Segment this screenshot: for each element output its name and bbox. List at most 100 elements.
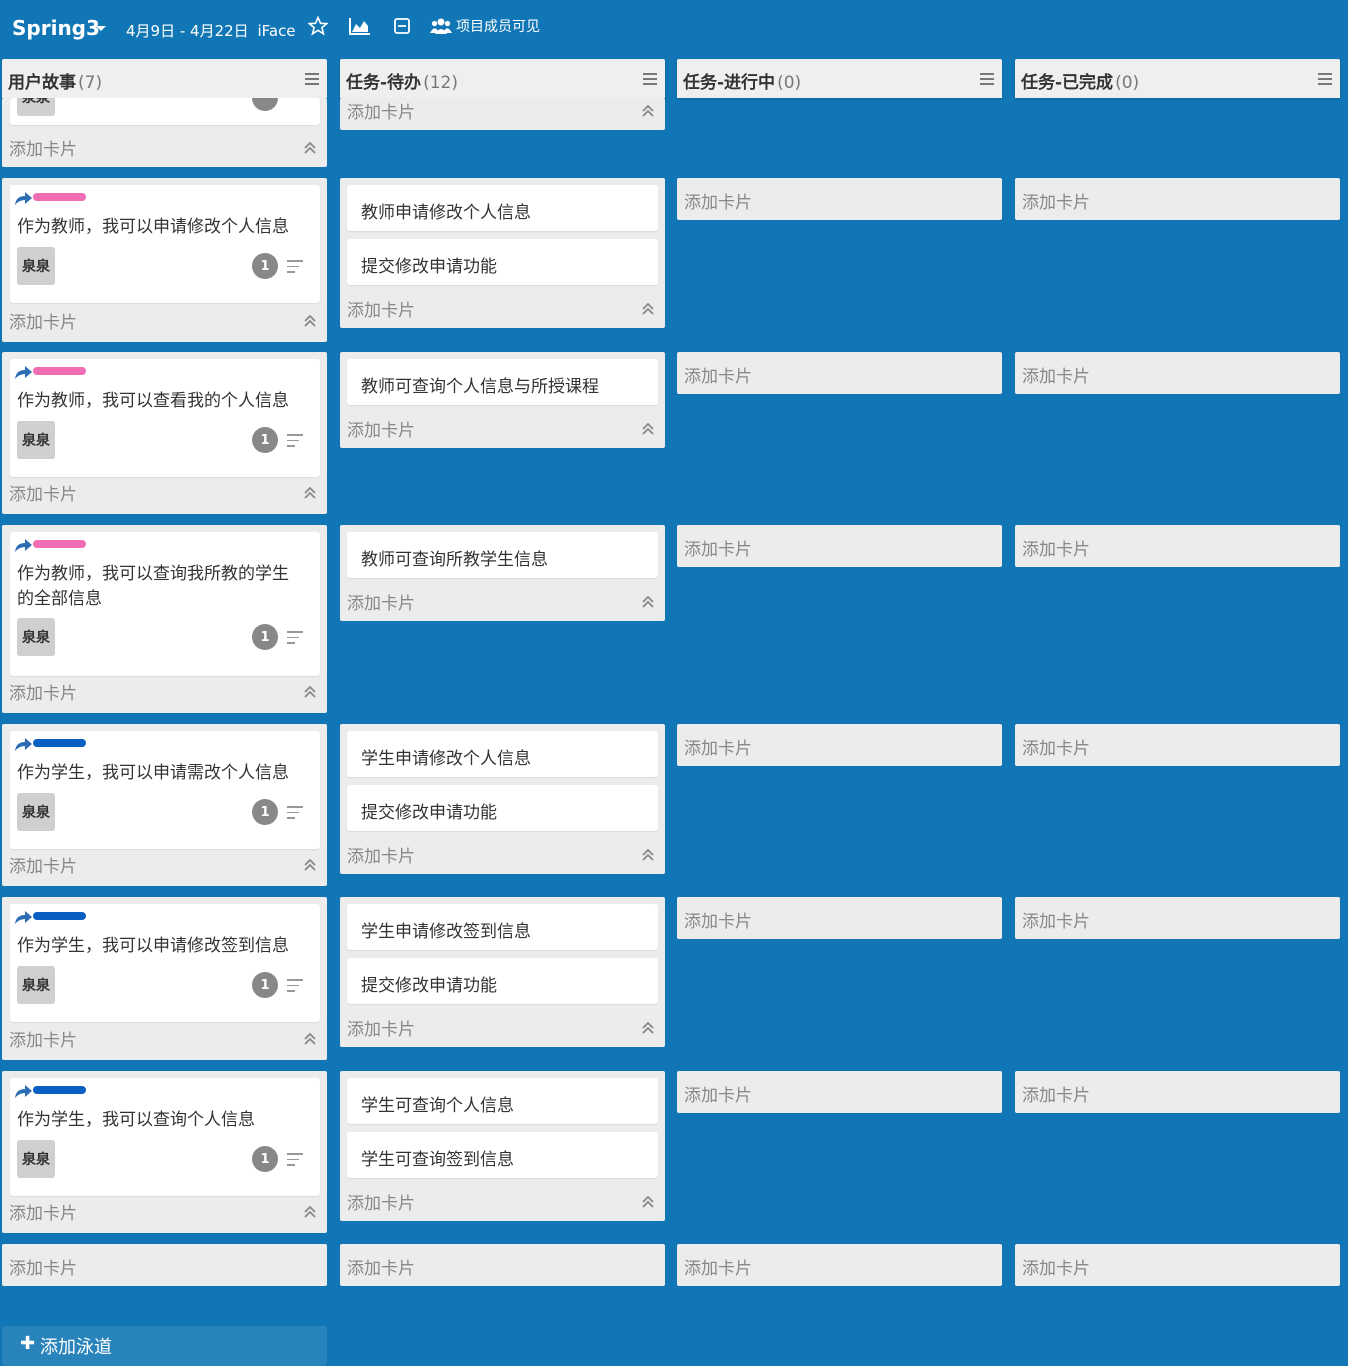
story-lane: 作为学生，我可以查询个人信息 泉泉 1 添加卡片 <box>2 1071 327 1233</box>
column-count: (0) <box>777 73 802 93</box>
collapse-view-icon[interactable] <box>392 16 412 36</box>
story-lane: 泉泉 添加卡片 <box>2 98 327 167</box>
add-card-button[interactable]: 添加卡片 <box>347 296 415 321</box>
column-menu-icon[interactable] <box>305 73 319 88</box>
collapse-up-icon[interactable] <box>641 1195 655 1209</box>
add-card-button[interactable]: 添加卡片 <box>9 1026 77 1051</box>
unassigned-lane: 添加卡片 <box>340 1244 665 1286</box>
add-card-button[interactable]: 添加卡片 <box>347 1189 415 1214</box>
story-label <box>33 912 86 920</box>
collapse-up-icon[interactable] <box>641 302 655 316</box>
story-card[interactable]: 作为学生，我可以查询个人信息 泉泉 1 <box>10 1078 320 1196</box>
share-arrow-icon <box>15 192 32 205</box>
share-arrow-icon <box>15 539 32 552</box>
sprint-date-range: 4月9日 - 4月22日 iFace <box>126 20 296 41</box>
collapse-up-icon[interactable] <box>303 314 317 328</box>
avatar[interactable]: 泉泉 <box>17 421 55 459</box>
collapse-up-icon[interactable] <box>303 685 317 699</box>
avatar[interactable]: 泉泉 <box>17 966 55 1004</box>
add-card-button[interactable]: 添加卡片 <box>9 1199 77 1224</box>
task-card[interactable]: 提交修改申请功能 <box>347 785 658 831</box>
story-title-line: 作为教师，我可以申请修改个人信息 <box>17 217 289 237</box>
avatar[interactable]: 泉泉 <box>17 247 55 285</box>
collapse-up-icon[interactable] <box>303 858 317 872</box>
visibility-setting[interactable]: 项目成员可见 <box>430 16 540 36</box>
add-card-button[interactable]: 添加卡片 <box>1022 188 1090 213</box>
add-card-button[interactable]: 添加卡片 <box>684 734 752 759</box>
add-card-button[interactable]: 添加卡片 <box>9 480 77 505</box>
story-card[interactable]: 作为学生，我可以申请需改个人信息 泉泉 1 <box>10 731 320 849</box>
story-label <box>33 193 86 201</box>
collapse-up-icon[interactable] <box>641 104 655 118</box>
task-card[interactable]: 提交修改申请功能 <box>347 958 658 1004</box>
collapse-up-icon[interactable] <box>303 1205 317 1219</box>
add-card-button[interactable]: 添加卡片 <box>1022 907 1090 932</box>
add-card-button[interactable]: 添加卡片 <box>684 907 752 932</box>
add-card-button[interactable]: 添加卡片 <box>684 362 752 387</box>
task-card[interactable]: 学生可查询个人信息 <box>347 1078 658 1124</box>
top-bar: Spring3 4月9日 - 4月22日 iFace 项目成员可见 <box>0 0 1348 56</box>
add-card-button[interactable]: 添加卡片 <box>347 98 415 123</box>
story-card[interactable]: 作为学生，我可以申请修改签到信息 泉泉 1 <box>10 904 320 1022</box>
add-card-button[interactable]: 添加卡片 <box>684 188 752 213</box>
task-lane: 学生申请修改个人信息 提交修改申请功能添加卡片 <box>340 724 665 874</box>
column-title: 任务-进行中 (0) <box>683 68 801 93</box>
story-lane: 作为学生，我可以申请修改签到信息 泉泉 1 添加卡片 <box>2 897 327 1060</box>
add-card-button[interactable]: 添加卡片 <box>1022 1254 1090 1279</box>
story-card[interactable]: 作为教师，我可以查看我的个人信息 泉泉 1 <box>10 359 320 477</box>
add-card-button[interactable]: 添加卡片 <box>9 135 77 160</box>
add-card-button[interactable]: 添加卡片 <box>347 842 415 867</box>
column-menu-icon[interactable] <box>643 73 657 88</box>
add-card-button[interactable]: 添加卡片 <box>9 1254 77 1279</box>
task-card[interactable]: 学生可查询签到信息 <box>347 1132 658 1178</box>
add-card-button[interactable]: 添加卡片 <box>1022 734 1090 759</box>
add-lane-button[interactable]: ✚ 添加泳道 <box>2 1326 327 1366</box>
add-card-button[interactable]: 添加卡片 <box>347 589 415 614</box>
add-card-button[interactable]: 添加卡片 <box>347 1254 415 1279</box>
column-menu-icon[interactable] <box>980 73 994 88</box>
task-card[interactable]: 教师可查询所教学生信息 <box>347 532 658 578</box>
add-card-button[interactable]: 添加卡片 <box>9 852 77 877</box>
add-card-button[interactable]: 添加卡片 <box>684 1081 752 1106</box>
add-card-button[interactable]: 添加卡片 <box>9 308 77 333</box>
collapse-up-icon[interactable] <box>303 141 317 155</box>
avatar[interactable]: 泉泉 <box>17 793 55 831</box>
add-card-button[interactable]: 添加卡片 <box>1022 362 1090 387</box>
column-title: 任务-已完成 (0) <box>1021 68 1139 93</box>
collapse-up-icon[interactable] <box>303 486 317 500</box>
collapse-up-icon[interactable] <box>641 848 655 862</box>
collapse-up-icon[interactable] <box>641 595 655 609</box>
share-arrow-icon <box>15 911 32 924</box>
chart-icon[interactable] <box>348 16 372 36</box>
collapse-up-icon[interactable] <box>641 1021 655 1035</box>
story-card[interactable]: 作为教师，我可以申请修改个人信息 泉泉 1 <box>10 185 320 303</box>
add-card-button[interactable]: 添加卡片 <box>347 1015 415 1040</box>
star-icon[interactable] <box>308 16 328 36</box>
collapse-up-icon[interactable] <box>641 422 655 436</box>
chevron-down-icon[interactable] <box>96 26 106 31</box>
collapse-up-icon[interactable] <box>303 1032 317 1046</box>
task-card[interactable]: 学生申请修改签到信息 <box>347 904 658 950</box>
story-card[interactable]: 泉泉 <box>10 98 320 125</box>
add-card-button[interactable]: 添加卡片 <box>1022 1081 1090 1106</box>
task-lane: 教师可查询所教学生信息添加卡片 <box>340 525 665 621</box>
add-card-button[interactable]: 添加卡片 <box>684 1254 752 1279</box>
task-card[interactable]: 教师申请修改个人信息 <box>347 185 658 231</box>
add-card-button[interactable]: 添加卡片 <box>1022 535 1090 560</box>
story-card[interactable]: 作为教师，我可以查询我所教的学生 的全部信息 泉泉 1 <box>10 532 320 676</box>
add-card-button[interactable]: 添加卡片 <box>684 535 752 560</box>
task-card[interactable]: 提交修改申请功能 <box>347 239 658 285</box>
task-card[interactable]: 教师可查询个人信息与所授课程 <box>347 359 658 405</box>
avatar[interactable]: 泉泉 <box>17 618 55 656</box>
task-card[interactable]: 学生申请修改个人信息 <box>347 731 658 777</box>
task-count-badge: 1 <box>252 972 278 998</box>
column-title: 任务-待办 (12) <box>346 68 458 93</box>
sprint-selector[interactable]: Spring3 <box>12 16 100 40</box>
story-title-line: 作为学生，我可以查询个人信息 <box>17 1110 255 1130</box>
task-lane: 教师申请修改个人信息 提交修改申请功能添加卡片 <box>340 178 665 328</box>
avatar[interactable]: 泉泉 <box>17 1140 55 1178</box>
empty-lane: 添加卡片 <box>677 178 1002 220</box>
add-card-button[interactable]: 添加卡片 <box>347 416 415 441</box>
column-menu-icon[interactable] <box>1318 73 1332 88</box>
add-card-button[interactable]: 添加卡片 <box>9 679 77 704</box>
